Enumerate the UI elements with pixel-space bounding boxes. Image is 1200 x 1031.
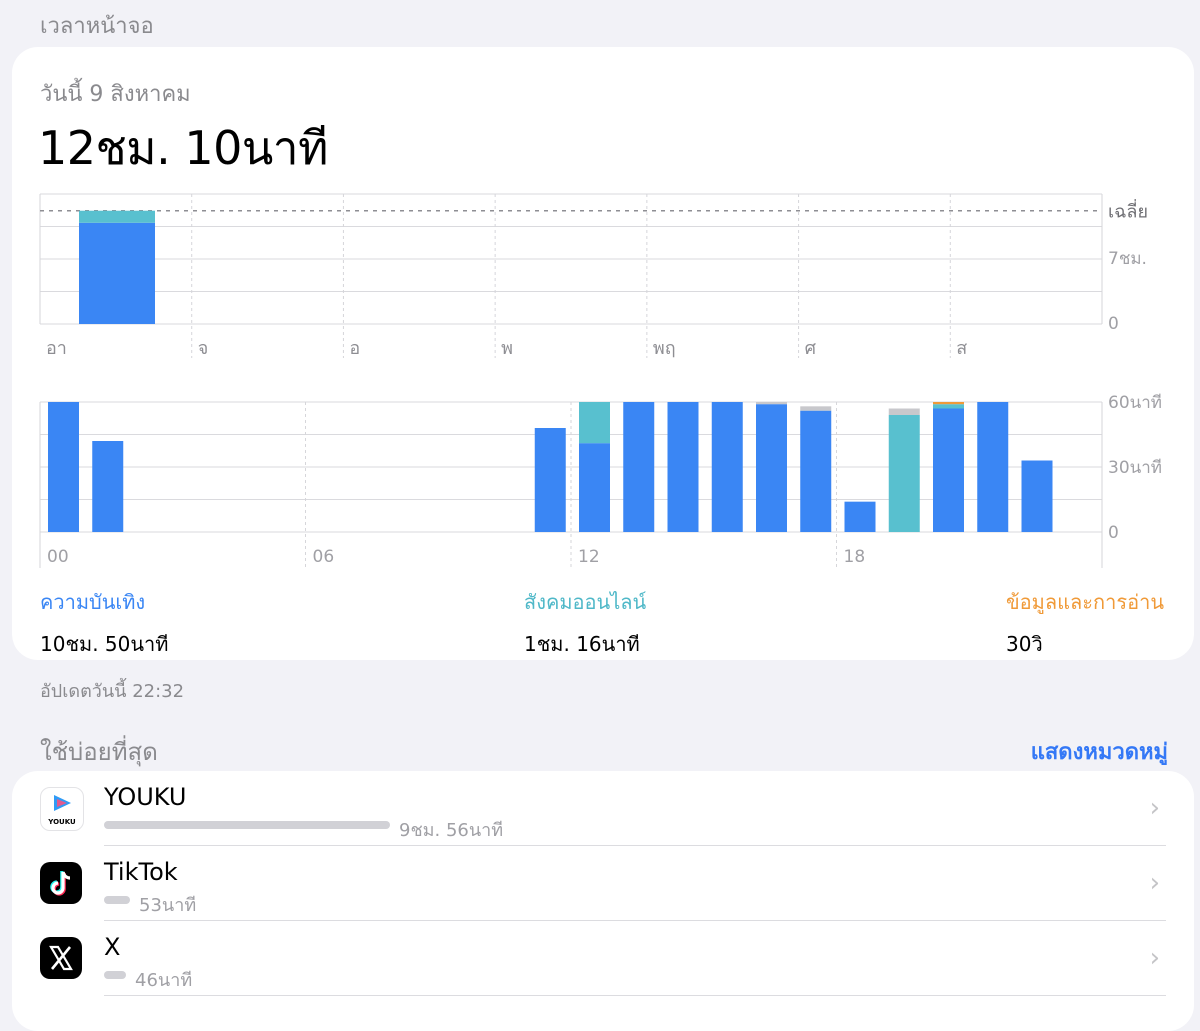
usage-bar bbox=[104, 821, 390, 829]
bar-segment bbox=[48, 402, 79, 532]
show-categories-button[interactable]: แสดงหมวดหมู่ bbox=[1031, 734, 1168, 769]
usage-bar bbox=[104, 896, 130, 904]
day-label: พ bbox=[501, 338, 513, 359]
x-icon bbox=[40, 937, 82, 979]
category-reading: ข้อมูลและการอ่าน 30วิ bbox=[1006, 586, 1164, 660]
day-label: พฤ bbox=[653, 338, 676, 359]
category-social: สังคมออนไลน์ 1ชม. 16นาที bbox=[524, 586, 646, 660]
youku-icon: YOUKU bbox=[40, 787, 84, 831]
bar-segment bbox=[79, 222, 155, 324]
bar-segment bbox=[977, 402, 1009, 532]
app-name: TikTok bbox=[104, 858, 178, 886]
app-duration: 53นาที bbox=[139, 895, 197, 916]
bar-segment bbox=[756, 402, 787, 405]
usage-bar bbox=[104, 971, 126, 979]
app-duration: 9ชม. 56นาที bbox=[399, 820, 504, 841]
bar-segment bbox=[92, 441, 124, 532]
weekly-chart[interactable]: เฉลี่ย 7ชม. 0 อา จ อ พ พฤ ศ ส bbox=[0, 0, 1200, 380]
day-label: ศ bbox=[805, 338, 817, 359]
bar-segment bbox=[667, 402, 699, 532]
bar-segment bbox=[579, 402, 610, 444]
app-row-x[interactable]: X 46นาที › bbox=[12, 921, 1194, 996]
x-tick-label: 18 bbox=[844, 547, 866, 567]
app-name: X bbox=[104, 933, 121, 961]
category-value: 10ชม. 50นาที bbox=[40, 632, 169, 656]
divider bbox=[104, 995, 1166, 996]
y-tick-label: 60นาที bbox=[1108, 393, 1162, 413]
y-tick-label: 0 bbox=[1108, 314, 1119, 334]
day-label: ส bbox=[956, 338, 967, 359]
app-name: YOUKU bbox=[104, 783, 187, 811]
bar-segment bbox=[933, 404, 964, 409]
tiktok-icon bbox=[40, 862, 82, 904]
bar-segment bbox=[888, 408, 920, 415]
x-tick-label: 06 bbox=[313, 547, 335, 567]
bar-segment bbox=[1021, 460, 1053, 532]
app-duration: 46นาที bbox=[135, 970, 193, 991]
updated-label: อัปเดตวันนี้ 22:32 bbox=[40, 681, 185, 702]
bar-segment bbox=[933, 402, 964, 405]
chevron-right-icon: › bbox=[1149, 943, 1160, 973]
category-entertainment: ความบันเทิง 10ชม. 50นาที bbox=[40, 586, 168, 660]
bar-segment bbox=[800, 406, 832, 411]
category-name: ข้อมูลและการอ่าน bbox=[1006, 590, 1165, 614]
y-tick-label: 30นาที bbox=[1108, 458, 1162, 478]
app-row-tiktok[interactable]: TikTok 53นาที › bbox=[12, 846, 1194, 921]
bar-segment bbox=[534, 428, 566, 532]
app-row-youku[interactable]: YOUKU YOUKU 9ชม. 56นาที › bbox=[12, 771, 1194, 846]
bar-segment bbox=[844, 501, 876, 532]
chevron-right-icon: › bbox=[1149, 793, 1160, 823]
day-label: อ bbox=[349, 338, 360, 359]
category-name: ความบันเทิง bbox=[40, 590, 146, 614]
bar-segment bbox=[933, 408, 964, 532]
most-used-title: ใช้บ่อยที่สุด bbox=[40, 738, 158, 766]
x-tick-label: 12 bbox=[578, 547, 600, 567]
average-label: เฉลี่ย bbox=[1108, 199, 1148, 223]
day-label: จ bbox=[198, 338, 209, 359]
bar-segment bbox=[623, 402, 655, 532]
day-label: อา bbox=[46, 338, 67, 359]
category-value: 1ชม. 16นาที bbox=[524, 632, 640, 656]
bar-segment bbox=[756, 404, 787, 532]
y-tick-label: 0 bbox=[1108, 523, 1119, 543]
bar-segment bbox=[888, 415, 920, 532]
bar-segment bbox=[579, 443, 610, 532]
bar-segment bbox=[711, 402, 743, 532]
bar-segment bbox=[79, 210, 155, 223]
hourly-chart[interactable]: 60นาที30นาที000 06 12 18 bbox=[0, 380, 1200, 580]
category-value: 30วิ bbox=[1006, 632, 1043, 656]
x-tick-label: 00 bbox=[47, 547, 69, 567]
bar-segment bbox=[800, 410, 832, 532]
chevron-right-icon: › bbox=[1149, 868, 1160, 898]
svg-text:YOUKU: YOUKU bbox=[47, 818, 76, 826]
y-tick-label: 7ชม. bbox=[1108, 249, 1147, 269]
category-name: สังคมออนไลน์ bbox=[524, 590, 647, 614]
